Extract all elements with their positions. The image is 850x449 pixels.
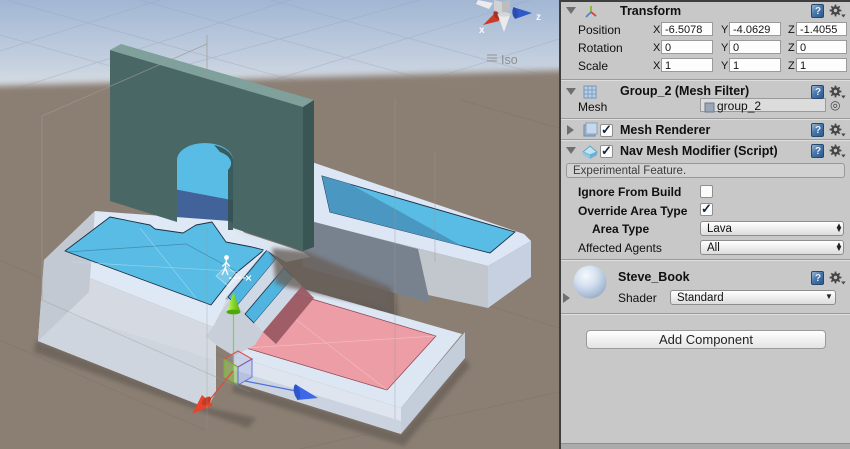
svg-text:Iso: Iso bbox=[501, 53, 518, 67]
svg-text:x: x bbox=[479, 25, 485, 36]
svg-text:z: z bbox=[536, 12, 541, 23]
